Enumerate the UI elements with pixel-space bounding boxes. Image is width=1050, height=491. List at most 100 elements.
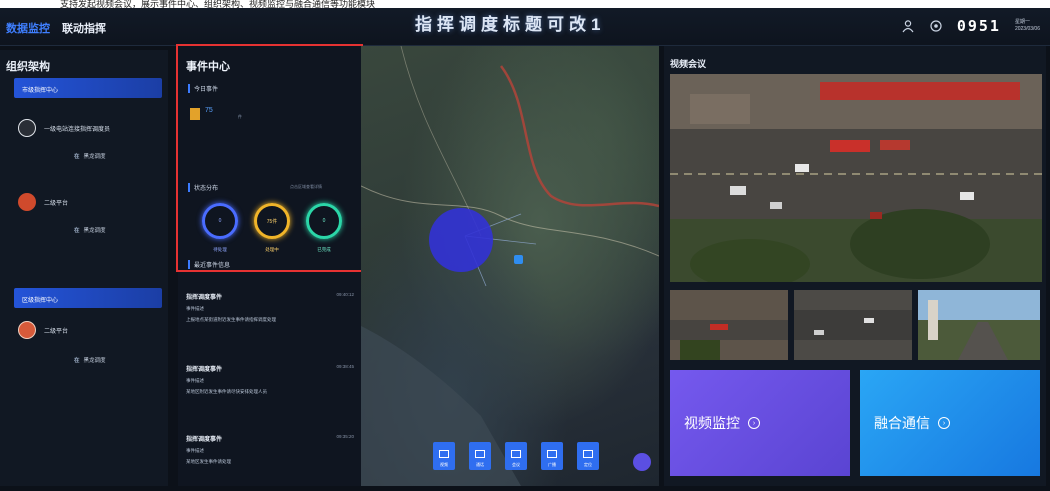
dock-label: 定位	[584, 462, 592, 467]
dock-broadcast-button[interactable]: 广播	[541, 442, 563, 470]
status-key: 在	[74, 358, 80, 364]
ring-label: 已完成	[317, 247, 331, 252]
member-status: 在黑龙调度	[74, 152, 106, 160]
event-card[interactable]: 指挥调度事件 09:40:12 事件描述 上报地点某街道附近发生事件请指挥调度处…	[186, 292, 356, 323]
traffic-scene	[670, 74, 1042, 282]
map-view[interactable]: 视频 通话 会议 广播 定位	[361, 46, 659, 486]
weekday: 星期一	[1014, 19, 1030, 25]
caption-strip: 支持发起视频会议，展示事件中心、组织架构、视频监控与融合通信等功能模块	[0, 0, 1050, 8]
member-name: 二级平台	[44, 200, 69, 207]
event-card-time: 09:40:12	[336, 292, 354, 297]
event-card-detail: 上报地点某街道附近发生事件请指挥调度处理	[186, 317, 276, 322]
video-icon	[439, 450, 449, 458]
video-monitor-label: 视频监控	[684, 415, 740, 431]
ring-circle: 75件	[254, 203, 290, 239]
status-distribution-label: 状态分布	[188, 183, 218, 192]
status-key: 在	[74, 228, 80, 234]
dock-locate-button[interactable]: 定位	[577, 442, 599, 470]
event-card-desc: 事件描述	[186, 378, 204, 383]
user-icon[interactable]	[901, 19, 915, 33]
dock-more-button[interactable]	[633, 453, 651, 471]
avatar	[18, 193, 36, 211]
dock-meeting-button[interactable]: 会议	[505, 442, 527, 470]
header-right: 0951 星期一 2023/03/06	[901, 17, 1040, 35]
today-events-label: 今日事件	[188, 84, 218, 93]
tab-linkage-command[interactable]: 联动指挥	[62, 20, 106, 36]
org-group-city[interactable]: 市级指挥中心	[14, 78, 162, 98]
member-name: 二级平台	[44, 328, 69, 335]
date-text: 2023/03/06	[1014, 26, 1040, 32]
thumb-scene	[670, 290, 788, 360]
video-thumbnail[interactable]	[918, 290, 1040, 360]
thumb-scene	[794, 290, 912, 360]
event-card-title: 指挥调度事件	[186, 437, 223, 443]
event-card[interactable]: 指挥调度事件 09:38:45 事件描述 某地区附近发生事件请尽快安排处理人员	[186, 364, 356, 395]
org-sidebar: 组织架构 市级指挥中心 一级电站连接指挥调度员 在黑龙调度 二级平台 在黑龙调度…	[0, 50, 168, 486]
page-title: 指挥调度标题可改1	[415, 15, 606, 34]
avatar	[18, 321, 36, 339]
org-member[interactable]: 二级平台	[18, 321, 68, 339]
ring-label: 待处理	[213, 247, 227, 252]
fusion-comm-button[interactable]: 融合通信 ›	[860, 370, 1040, 476]
event-center-title: 事件中心	[186, 61, 230, 73]
meeting-icon	[511, 450, 521, 458]
tab-data-monitor[interactable]: 数据监控	[6, 20, 50, 36]
member-status: 在黑龙调度	[74, 226, 106, 234]
clock-display: 0951	[956, 17, 1001, 35]
video-meeting-title: 视频会议	[670, 59, 707, 69]
status-value: 黑龙调度	[83, 228, 106, 234]
broadcast-icon	[547, 450, 557, 458]
video-monitor-button[interactable]: 视频监控 ›	[670, 370, 850, 476]
event-card-desc: 事件描述	[186, 448, 204, 453]
dock-label: 广播	[548, 462, 556, 467]
event-card-desc: 事件描述	[186, 306, 204, 311]
today-unit: 件	[238, 114, 242, 119]
member-name: 一级电站连接指挥调度员	[44, 126, 111, 133]
video-thumbnail[interactable]	[794, 290, 912, 360]
ring-circle: 0	[202, 203, 238, 239]
dock-video-button[interactable]: 视频	[433, 442, 455, 470]
main-video-feed[interactable]: ⤢	[670, 74, 1042, 282]
status-ring-pending[interactable]: 0 待处理	[200, 203, 240, 253]
video-meeting-panel: 视频会议 ⤢	[664, 46, 1046, 486]
status-ring-processing[interactable]: 75件 处理中	[252, 203, 292, 253]
dock-call-button[interactable]: 通话	[469, 442, 491, 470]
status-note: 点击区域查看详情	[290, 184, 322, 189]
event-card-title: 指挥调度事件	[186, 367, 223, 373]
ring-circle: 0	[306, 203, 342, 239]
settings-icon[interactable]	[929, 19, 943, 33]
event-card[interactable]: 指挥调度事件 09:35:20 事件描述 某地区发生事件请处理	[186, 434, 356, 465]
member-status: 在黑龙调度	[74, 356, 106, 364]
status-value: 黑龙调度	[83, 154, 106, 160]
status-key: 在	[74, 154, 80, 160]
dock-label: 会议	[512, 462, 520, 467]
thumb-scene	[918, 290, 1040, 360]
ring-label: 处理中	[265, 247, 279, 252]
fusion-comm-label: 融合通信	[874, 415, 930, 431]
phone-icon	[475, 450, 485, 458]
location-icon	[583, 450, 593, 458]
event-folder-icon	[190, 108, 200, 120]
top-header: 数据监控 联动指挥 指挥调度标题可改1 0951 星期一 2023/03/06	[0, 8, 1050, 46]
recent-events-label: 最近事件信息	[188, 260, 230, 269]
video-thumbnail[interactable]	[670, 290, 788, 360]
status-value: 黑龙调度	[83, 358, 106, 364]
event-center-panel: 事件中心 今日事件 75 件 状态分布 点击区域查看详情 0 待处理 75件 处…	[178, 46, 361, 486]
arrow-right-icon: ›	[748, 417, 760, 429]
sidebar-title: 组织架构	[6, 61, 50, 73]
map-toolbar: 视频 通话 会议 广播 定位	[433, 442, 599, 470]
date-display: 星期一 2023/03/06	[1015, 19, 1040, 33]
ring-value: 0	[322, 218, 326, 224]
avatar	[18, 119, 36, 137]
ring-value: 75件	[266, 218, 278, 225]
org-member[interactable]: 一级电站连接指挥调度员	[18, 119, 110, 137]
arrow-right-icon: ›	[938, 417, 950, 429]
org-group-district[interactable]: 区级指挥中心	[14, 288, 162, 308]
status-ring-done[interactable]: 0 已完成	[304, 203, 344, 253]
map-overlay	[361, 46, 659, 486]
today-count: 75	[205, 107, 213, 114]
event-card-time: 09:38:45	[336, 364, 354, 369]
dock-label: 通话	[476, 462, 484, 467]
org-member[interactable]: 二级平台	[18, 193, 68, 211]
event-card-detail: 某地区附近发生事件请尽快安排处理人员	[186, 389, 267, 394]
